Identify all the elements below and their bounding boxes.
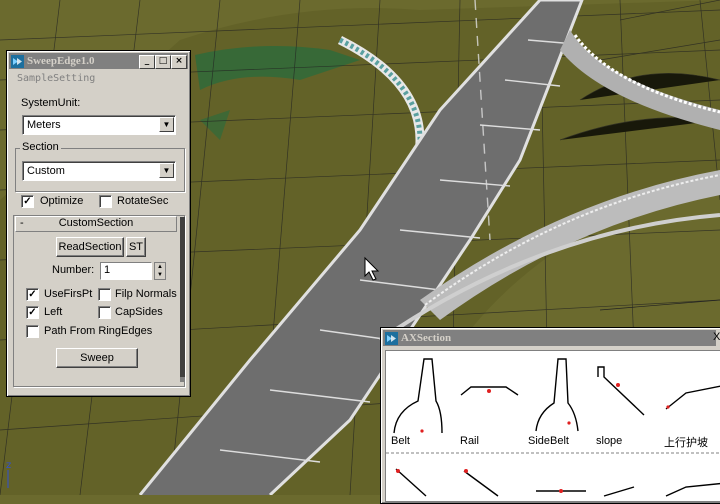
path-from-ring-label: Path From RingEdges <box>44 325 153 337</box>
section-dropdown[interactable]: Custom ▼ <box>22 161 176 181</box>
ax-item-slope[interactable]: slope <box>596 435 622 447</box>
rollout-scrollbar[interactable] <box>180 217 185 382</box>
spinner-down-icon[interactable]: ▼ <box>155 271 165 279</box>
ax-item-upslope[interactable]: 上行护坡 <box>664 434 708 450</box>
spinner-up-icon[interactable]: ▲ <box>155 263 165 271</box>
cap-sides-label: CapSides <box>115 306 163 318</box>
ax-item-belt[interactable]: Belt <box>391 435 410 447</box>
ax-item-rail[interactable]: Rail <box>460 435 479 447</box>
close-button[interactable]: × <box>171 55 187 69</box>
minimize-button[interactable]: _ <box>139 55 155 69</box>
use-first-pt-label: UseFirsPt <box>44 288 93 300</box>
rotate-sec-label: RotateSec <box>117 195 169 207</box>
section-group-label: Section <box>20 141 61 153</box>
check-icon: ✓ <box>28 289 37 300</box>
number-label: Number: <box>52 264 95 276</box>
read-section-button[interactable]: ReadSection <box>56 237 124 257</box>
max-app-icon <box>385 331 398 345</box>
ax-section-previews <box>386 358 720 497</box>
system-unit-label: SystemUnit: <box>21 97 81 109</box>
optimize-label: Optimize <box>40 195 84 207</box>
rollout-title: CustomSection <box>58 217 134 229</box>
left-checkbox[interactable]: ✓ <box>26 306 39 319</box>
cap-sides-checkbox[interactable] <box>98 306 111 319</box>
maximize-button[interactable]: □ <box>155 55 171 69</box>
sweep-edge-window: SweepEdge1.0 _ □ × SampleSetting SystemU… <box>6 50 191 397</box>
custom-section-rollout-header[interactable]: - CustomSection <box>15 216 177 232</box>
flip-normals-checkbox[interactable] <box>98 288 111 301</box>
dropdown-arrow-icon[interactable]: ▼ <box>159 163 174 178</box>
ax-item-sidebelt[interactable]: SideBelt <box>528 435 569 447</box>
number-spinner-field[interactable]: 1 <box>100 262 152 280</box>
rollout-toggle: - <box>20 217 24 229</box>
left-label: Left <box>44 306 63 318</box>
rotate-sec-checkbox[interactable] <box>99 195 112 208</box>
ax-close-button[interactable]: X <box>713 331 720 343</box>
sweep-button[interactable]: Sweep <box>56 348 138 368</box>
max-app-icon <box>11 54 24 68</box>
check-icon: ✓ <box>23 196 32 207</box>
sweep-edge-titlebar[interactable]: SweepEdge1.0 _ □ × <box>9 53 188 69</box>
ax-section-title: AXSection <box>401 332 452 344</box>
use-first-pt-checkbox[interactable]: ✓ <box>26 288 39 301</box>
rollout-scroll-thumb[interactable] <box>180 217 185 377</box>
flip-normals-label: Filp Normals <box>115 288 177 300</box>
check-icon: ✓ <box>28 307 37 318</box>
ax-section-gallery <box>385 350 720 502</box>
subtitle: SampleSetting <box>17 73 96 84</box>
number-value: 1 <box>104 264 111 276</box>
ax-section-titlebar[interactable]: AXSection <box>383 330 716 346</box>
st-button[interactable]: ST <box>126 237 146 257</box>
ax-section-window: AXSection X Belt Rail SideBelt slope 上行护… <box>380 327 720 504</box>
window-title: SweepEdge1.0 <box>27 55 95 67</box>
system-unit-value: Meters <box>27 119 61 131</box>
system-unit-dropdown[interactable]: Meters ▼ <box>22 115 176 135</box>
path-from-ring-checkbox[interactable] <box>26 325 39 338</box>
section-value: Custom <box>27 165 65 177</box>
axis-label: z <box>6 460 11 471</box>
dropdown-arrow-icon[interactable]: ▼ <box>159 117 174 132</box>
number-spinner-buttons[interactable]: ▲ ▼ <box>154 262 166 280</box>
optimize-checkbox[interactable]: ✓ <box>21 195 34 208</box>
